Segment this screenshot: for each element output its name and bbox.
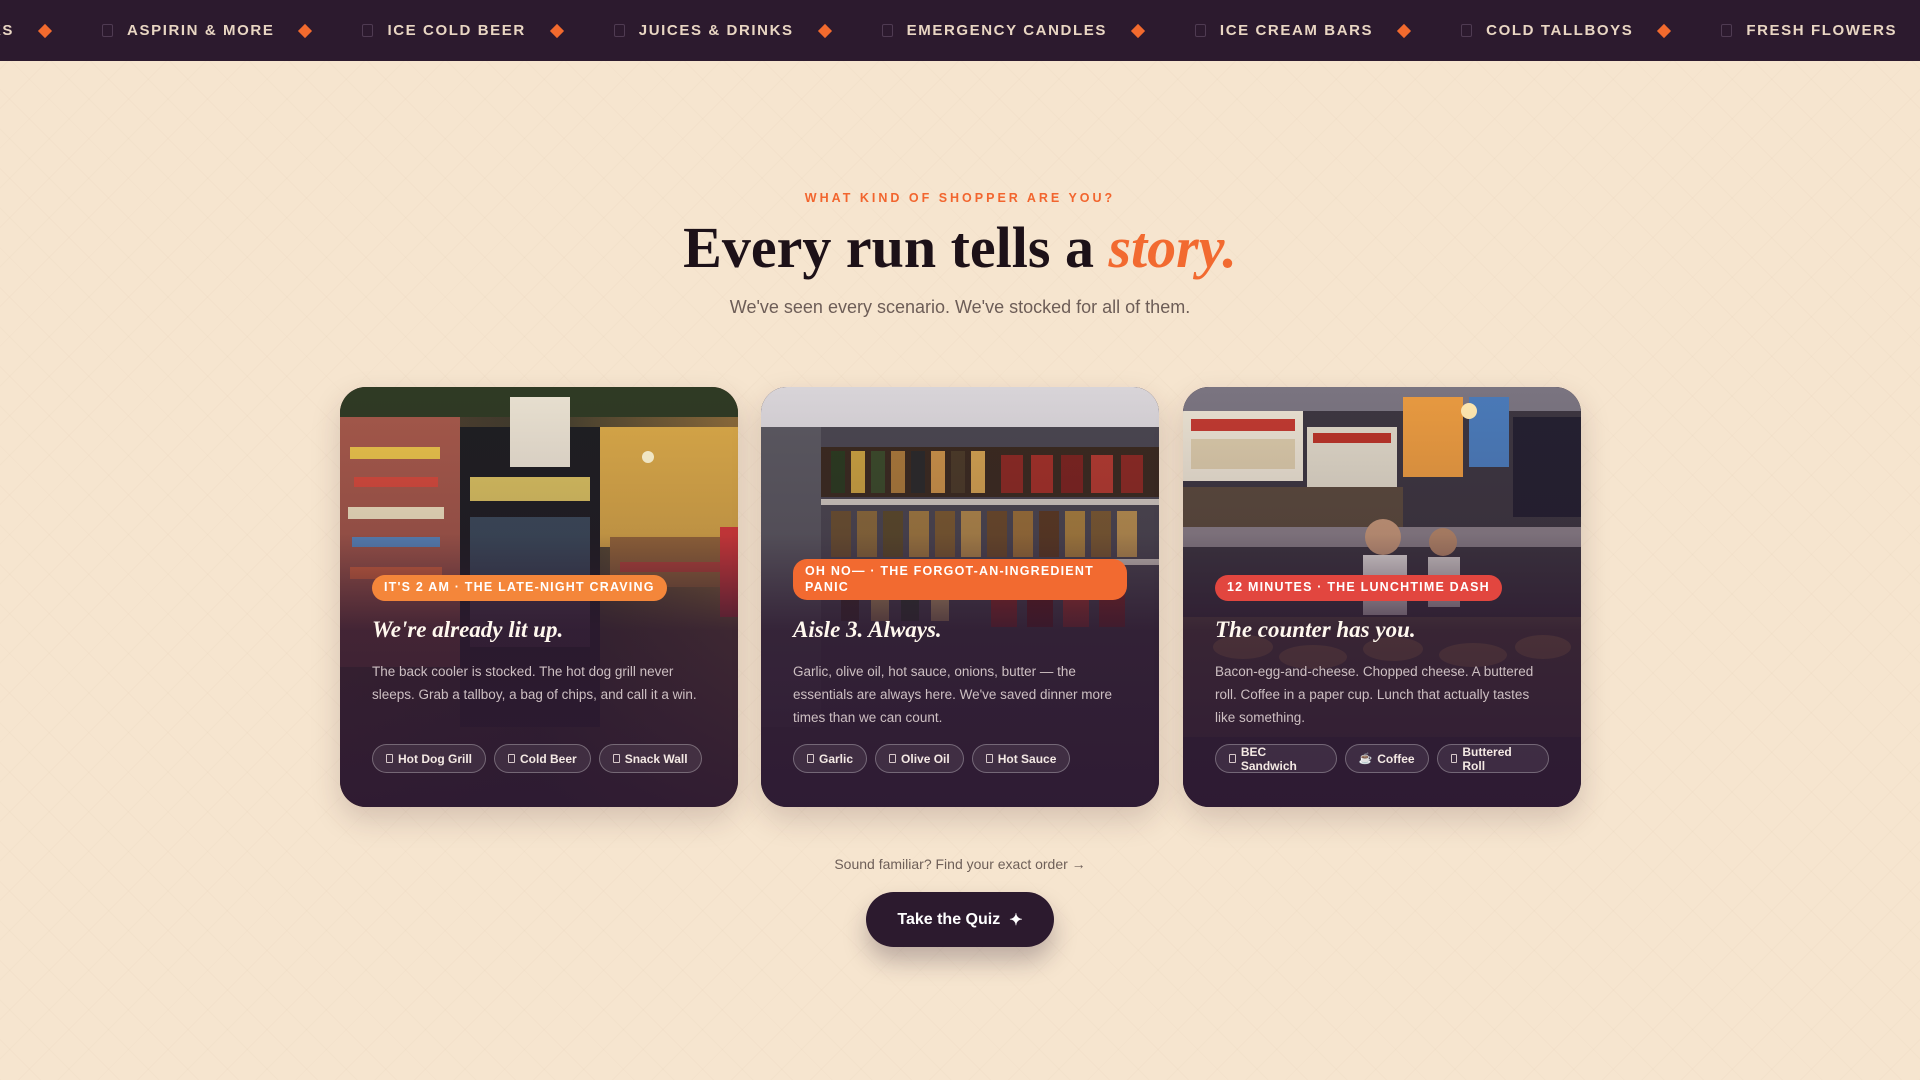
ticker-item: KS	[0, 22, 102, 39]
box-icon	[1721, 24, 1733, 37]
diamond-icon	[1397, 23, 1412, 38]
ticker-item-label: ASPIRIN & MORE	[127, 22, 275, 39]
card-title: We're already lit up.	[372, 617, 564, 642]
box-icon	[386, 754, 393, 763]
diamond-icon	[1130, 23, 1145, 38]
chip-label: Hot Dog Grill	[398, 751, 472, 766]
page-title: Every run tells a story.	[0, 214, 1920, 281]
box-icon	[889, 754, 897, 763]
chip-label: Buttered Roll	[1462, 744, 1512, 773]
ticker-item: COLD TALLBOYS	[1461, 22, 1721, 39]
chip-bec-sandwich[interactable]: BEC Sandwich	[1215, 744, 1337, 773]
ticker-item: JUICES & DRINKS	[613, 22, 882, 39]
chip-label: Garlic	[819, 751, 854, 766]
ticker-item-label: FRESH FLOWERS	[1746, 22, 1898, 39]
diamond-icon	[549, 23, 564, 38]
ticker-item: FRESH FLOWERS	[1721, 22, 1920, 39]
title-accent: story.	[1108, 215, 1237, 280]
box-icon	[612, 754, 620, 763]
chip-olive-oil[interactable]: Olive Oil	[875, 744, 964, 773]
card-title: The counter has you.	[1215, 617, 1416, 642]
diamond-icon	[298, 23, 313, 38]
chip-label: Hot Sauce	[997, 751, 1057, 766]
box-icon	[985, 754, 993, 763]
box-icon	[1229, 754, 1236, 763]
title-main: Every run tells a	[683, 215, 1109, 280]
ticker-item-label: EMERGENCY CANDLES	[906, 22, 1107, 39]
card-description: Garlic, olive oil, hot sauce, onions, bu…	[793, 664, 1112, 725]
take-quiz-button[interactable]: Take the Quiz ✦	[866, 892, 1054, 947]
chip-garlic[interactable]: Garlic	[793, 744, 868, 773]
chip-label: Cold Beer	[520, 751, 577, 766]
diamond-icon	[37, 23, 53, 38]
ticker-bar: KS ASPIRIN & MORE ICE COLD BEER JUICES &…	[0, 0, 1920, 61]
chip-cold-beer[interactable]: Cold Beer	[494, 744, 591, 773]
card-tag: IT'S 2 AM · THE LATE-NIGHT CRAVING	[372, 575, 667, 601]
ticker-item-label: KS	[0, 22, 15, 39]
card-title: Aisle 3. Always.	[793, 617, 942, 642]
sparkle-icon: ✦	[1009, 911, 1023, 929]
box-icon	[508, 754, 515, 763]
card-tag: OH NO— · THE FORGOT-AN-INGREDIENT PANIC	[793, 559, 1127, 601]
scenario-card-lunchtime[interactable]: 12 MINUTES · THE LUNCHTIME DASH The coun…	[1183, 387, 1581, 807]
chip-hot-sauce[interactable]: Hot Sauce	[971, 744, 1071, 773]
chip-snack-wall[interactable]: Snack Wall	[598, 744, 702, 773]
chip-label: Coffee	[1377, 751, 1415, 766]
card-chips: BEC Sandwich ☕ Coffee Buttered Roll	[1215, 744, 1549, 773]
ticker-item: EMERGENCY CANDLES	[881, 22, 1195, 39]
card-content: 12 MINUTES · THE LUNCHTIME DASH The coun…	[1215, 387, 1549, 807]
coffee-icon: ☕	[1358, 753, 1373, 765]
ticker-item-label: ICE CREAM BARS	[1219, 22, 1374, 39]
card-content: OH NO— · THE FORGOT-AN-INGREDIENT PANIC …	[793, 387, 1127, 807]
card-description: The back cooler is stocked. The hot dog …	[372, 664, 697, 702]
ticker-item-label: ICE COLD BEER	[387, 22, 526, 39]
box-icon	[102, 24, 114, 37]
box-icon	[362, 24, 374, 37]
ticker-item: ICE CREAM BARS	[1194, 22, 1461, 39]
chip-label: Olive Oil	[901, 751, 950, 766]
scenario-card-late-night[interactable]: IT'S 2 AM · THE LATE-NIGHT CRAVING We're…	[340, 387, 738, 807]
ticker-track: KS ASPIRIN & MORE ICE COLD BEER JUICES &…	[0, 0, 1920, 61]
ticker-item-label: JUICES & DRINKS	[638, 22, 794, 39]
page-subtitle: We've seen every scenario. We've stocked…	[729, 297, 1191, 317]
card-tag: 12 MINUTES · THE LUNCHTIME DASH	[1215, 575, 1502, 601]
card-chips: Garlic Olive Oil Hot Sauce	[793, 744, 1071, 773]
box-icon	[1450, 754, 1458, 763]
diamond-icon	[1657, 23, 1672, 38]
ticker-item: ASPIRIN & MORE	[102, 22, 362, 39]
card-chips: Hot Dog Grill Cold Beer Snack Wall	[372, 744, 702, 773]
ticker-item: ICE COLD BEER	[362, 22, 613, 39]
chip-buttered-roll[interactable]: Buttered Roll	[1436, 744, 1549, 773]
card-description: Bacon-egg-and-cheese. Chopped cheese. A …	[1215, 664, 1534, 725]
box-icon	[807, 754, 814, 763]
box-icon	[1194, 24, 1206, 37]
box-icon	[1461, 24, 1473, 37]
button-label: Take the Quiz	[897, 910, 1001, 928]
box-icon	[881, 24, 893, 37]
ticker-item-label: COLD TALLBOYS	[1486, 22, 1634, 39]
find-order-link[interactable]: Sound familiar? Find your exact order →	[0, 856, 1920, 872]
chip-label: BEC Sandwich	[1240, 744, 1297, 773]
box-icon	[613, 24, 625, 37]
section-eyebrow: WHAT KIND OF SHOPPER ARE YOU?	[804, 191, 1116, 205]
card-content: IT'S 2 AM · THE LATE-NIGHT CRAVING We're…	[372, 387, 706, 807]
chip-label: Snack Wall	[624, 751, 688, 766]
chip-hot-dog-grill[interactable]: Hot Dog Grill	[372, 744, 486, 773]
diamond-icon	[817, 23, 832, 38]
scenario-card-ingredient-panic[interactable]: OH NO— · THE FORGOT-AN-INGREDIENT PANIC …	[761, 387, 1159, 807]
chip-coffee[interactable]: ☕ Coffee	[1344, 744, 1429, 773]
